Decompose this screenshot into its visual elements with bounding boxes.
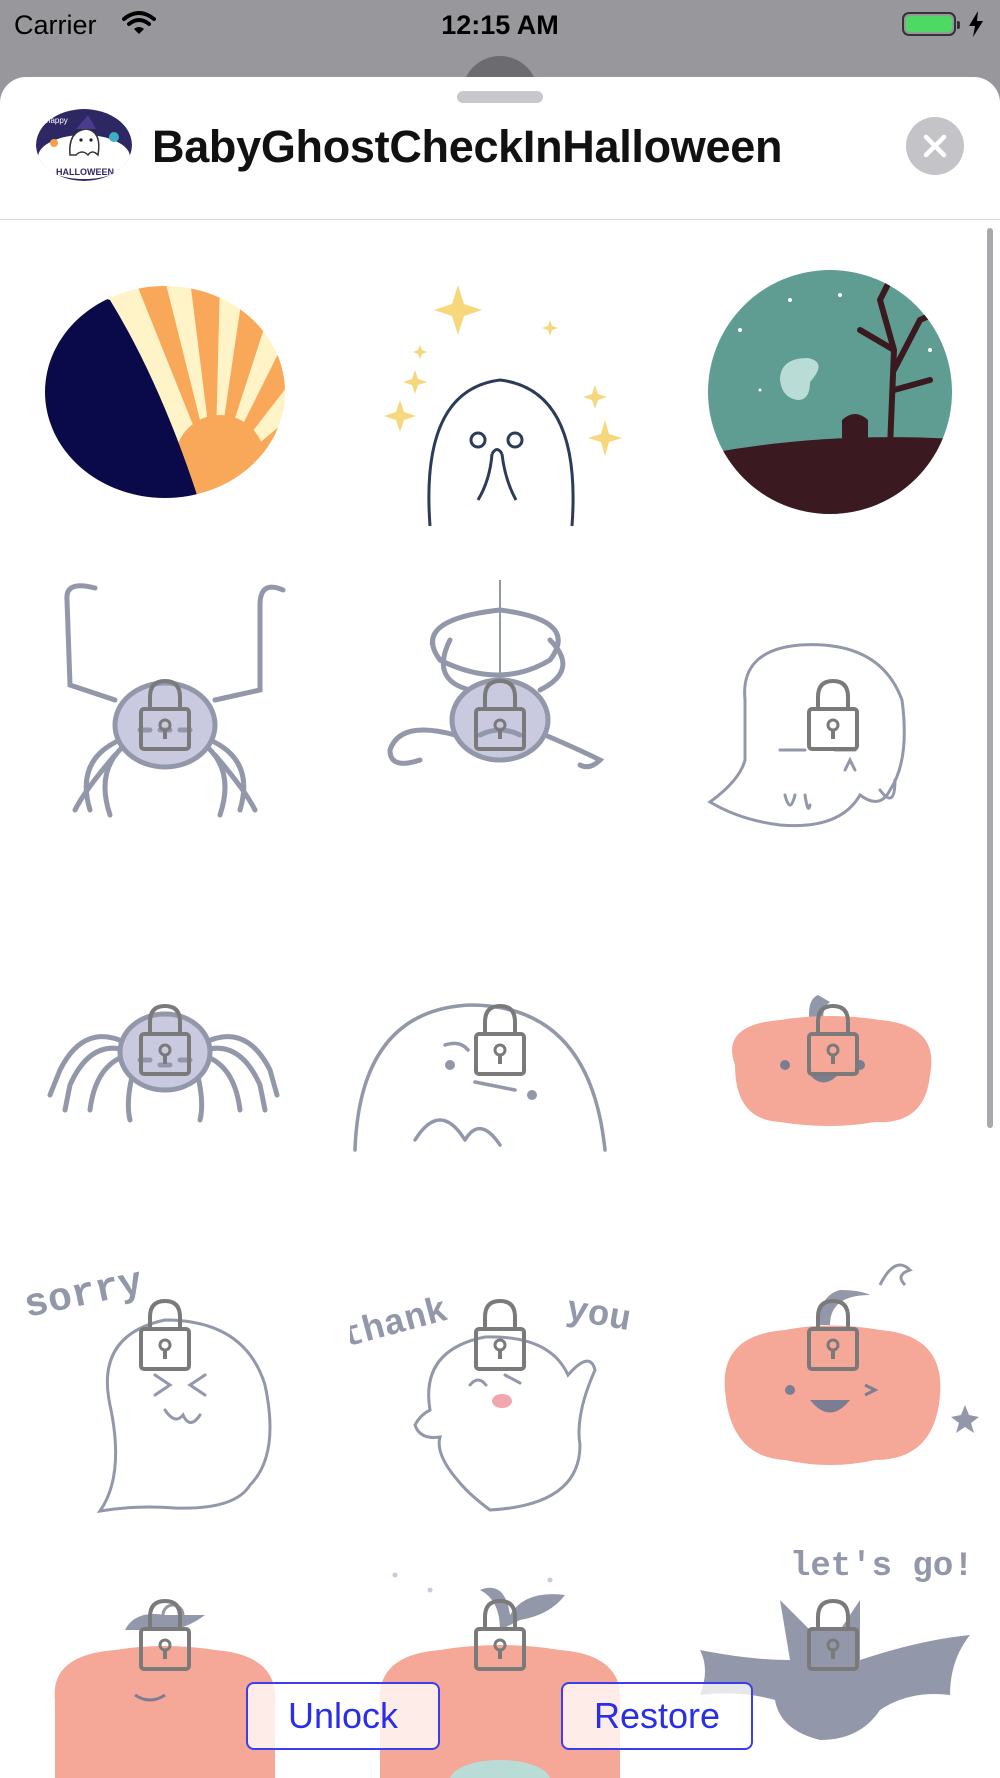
clock: 12:15 AM bbox=[441, 10, 559, 40]
lock-icon bbox=[807, 679, 859, 751]
lock-icon bbox=[807, 1004, 859, 1076]
lock-overlays bbox=[139, 679, 859, 1671]
lock-icon bbox=[474, 1599, 526, 1671]
lock-icon bbox=[139, 679, 191, 751]
lock-icon bbox=[807, 1599, 859, 1671]
unlock-button[interactable]: Unlock bbox=[246, 1682, 440, 1750]
lock-icon bbox=[474, 1004, 526, 1076]
sticker-grid[interactable]: sorry thank you let's go! bbox=[0, 220, 1000, 1778]
app-icon: happy HALLOWEEN bbox=[36, 109, 132, 181]
battery-icon bbox=[902, 12, 960, 36]
app-icon-text-bottom: HALLOWEEN bbox=[56, 167, 114, 177]
restore-button[interactable]: Restore bbox=[561, 1682, 753, 1750]
scrollbar[interactable] bbox=[987, 228, 993, 1128]
app-icon-text-top: happy bbox=[46, 116, 68, 125]
lock-icon bbox=[474, 1299, 526, 1371]
sticker-pack-title: BabyGhostCheckInHalloween bbox=[152, 121, 783, 172]
close-button[interactable] bbox=[906, 117, 964, 175]
sheet-header: happy HALLOWEEN BabyGhostCheckInHallowee… bbox=[0, 77, 1000, 220]
close-icon bbox=[923, 134, 947, 158]
lock-icon bbox=[139, 1599, 191, 1671]
sticker-sheet: happy HALLOWEEN BabyGhostCheckInHallowee… bbox=[0, 77, 1000, 1778]
lock-icon bbox=[139, 1299, 191, 1371]
charging-icon bbox=[969, 11, 983, 37]
status-bar: Carrier 12:15 AM bbox=[0, 0, 1000, 50]
lock-icon bbox=[474, 679, 526, 751]
lock-icon bbox=[139, 1004, 191, 1076]
lock-icon bbox=[807, 1299, 859, 1371]
